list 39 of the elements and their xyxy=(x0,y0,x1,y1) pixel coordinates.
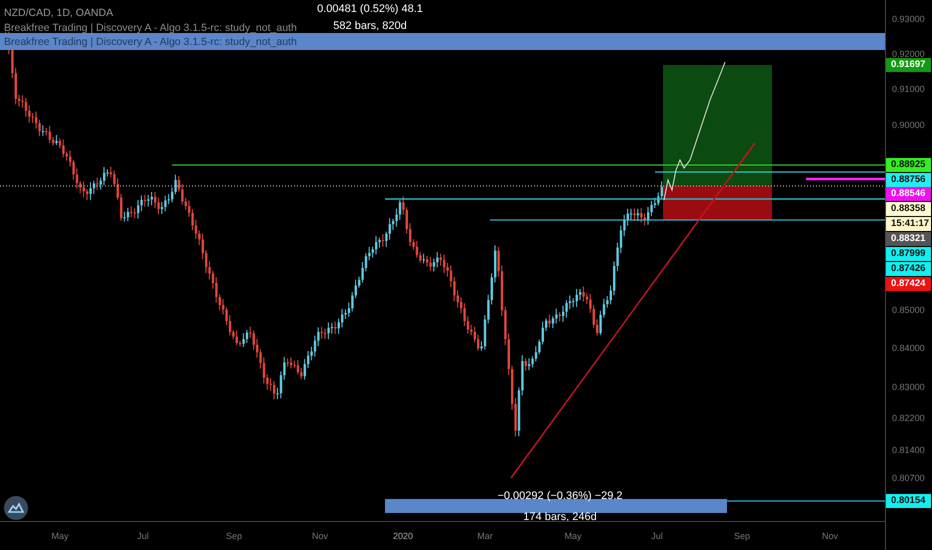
measure-change: −0.00292 (−0.36%) −29.2 xyxy=(497,489,623,504)
price-axis-label: 0.84000 xyxy=(892,343,925,353)
price-axis-label: 0.91000 xyxy=(892,84,925,94)
measure-change: 0.00481 (0.52%) 48.1 xyxy=(317,2,423,17)
price-tag: 0.88321 xyxy=(886,232,932,246)
price-tag: 0.87999 xyxy=(886,247,932,261)
price-tag: 0.87426 xyxy=(886,262,932,276)
measure-range: 174 bars, 246d xyxy=(523,510,597,525)
price-tag: 0.88925 xyxy=(886,158,932,172)
measure-range: 582 bars, 820d xyxy=(333,19,407,34)
time-axis-label: Mar xyxy=(477,531,493,542)
time-axis-label: Sep xyxy=(734,531,750,542)
time-axis-label: Nov xyxy=(312,531,328,542)
price-tag: 0.80154 xyxy=(886,494,932,508)
price-axis-label: 0.92000 xyxy=(892,49,925,59)
price-axis-label: 0.81400 xyxy=(892,445,925,455)
price-axis-label: 0.90000 xyxy=(892,120,925,130)
symbol-title: NZD/CAD, 1D, OANDA xyxy=(4,6,114,20)
indicator-title: Breakfree Trading | Discovery A - Algo 3.1.5-rc: study_not_auth xyxy=(4,35,297,50)
price-tag: 0.88756 xyxy=(886,173,932,187)
price-tag: 0.88358 xyxy=(886,202,932,216)
time-axis-label: Jul xyxy=(651,531,663,542)
time-axis-label: Jul xyxy=(137,531,149,542)
time-axis-label: 2020 xyxy=(392,531,414,542)
price-axis-label: 0.83000 xyxy=(892,382,925,392)
time-axis-label: Nov xyxy=(822,531,838,542)
price-axis-label: 0.93000 xyxy=(892,14,925,24)
price-tag: 0.87424 xyxy=(886,277,932,291)
time-axis-label: May xyxy=(52,531,68,542)
price-axis-label: 0.80700 xyxy=(892,473,925,483)
price-tag: 0.91697 xyxy=(886,58,932,72)
price-axis-label: 0.82200 xyxy=(892,413,925,423)
price-tag: 0.88546 xyxy=(886,187,932,201)
indicator-title: Breakfree Trading | Discovery A - Algo 3.1.5-rc: study_not_auth xyxy=(4,20,297,35)
price-tag: 15:41:17 xyxy=(886,217,932,231)
time-axis-label: May xyxy=(564,531,582,542)
price-axis-label: 0.85000 xyxy=(892,305,925,315)
time-axis-label: Sep xyxy=(226,531,242,542)
logo-icon[interactable] xyxy=(4,496,28,520)
